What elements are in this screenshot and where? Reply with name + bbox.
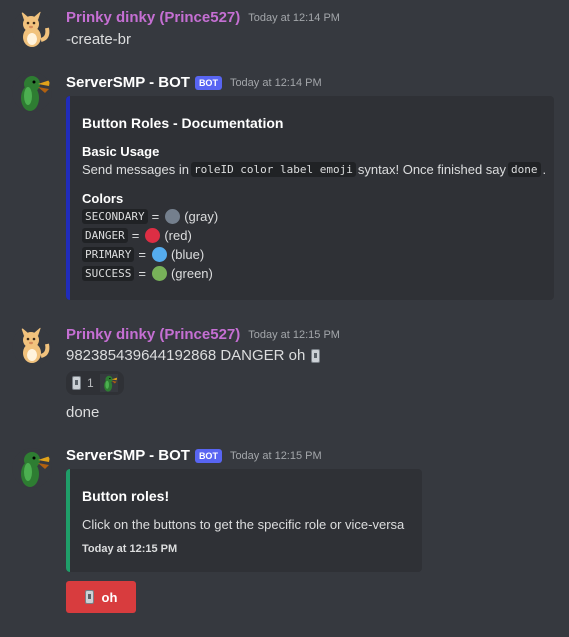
color-code: SUCCESS	[82, 266, 135, 281]
syntax-code: roleID color label emoji	[190, 162, 356, 177]
equals-sign: =	[138, 266, 146, 281]
message-text: 982385439644192868 DANGER oh	[66, 347, 306, 364]
color-row-secondary: SECONDARY = (gray)	[82, 209, 218, 224]
embed-title: Button roles!	[82, 488, 170, 504]
color-code: DANGER	[82, 228, 128, 243]
message-content-2: done	[66, 404, 100, 421]
user-avatar[interactable]	[12, 326, 52, 366]
user-avatar[interactable]	[12, 10, 52, 50]
embed-color-bar	[66, 469, 70, 572]
usage-text-3: .	[542, 162, 547, 177]
color-label: (blue)	[170, 247, 205, 262]
message-header: ServerSMP - BOT BOT Today at 12:15 PM	[66, 447, 322, 464]
green-circle-icon	[151, 266, 167, 281]
usage-text-1: Send messages in	[82, 162, 189, 177]
button-label: oh	[101, 589, 118, 605]
timestamp: Today at 12:14 PM	[248, 11, 340, 24]
username[interactable]: ServerSMP - BOT	[66, 447, 190, 464]
color-code: SECONDARY	[82, 209, 148, 224]
equals-sign: =	[151, 209, 160, 224]
message-content: 982385439644192868 DANGER oh	[66, 347, 321, 364]
color-row-danger: DANGER = (red)	[82, 228, 192, 243]
duck-avatar-icon	[12, 448, 52, 488]
role-button-oh[interactable]: oh	[66, 581, 136, 613]
field-name-colors: Colors	[82, 191, 124, 206]
duck-emoji-icon	[99, 374, 118, 392]
embed-description: Click on the buttons to get the specific…	[82, 517, 405, 532]
red-circle-icon	[145, 228, 161, 243]
mobile-phone-icon	[72, 376, 81, 390]
username[interactable]: ServerSMP - BOT	[66, 74, 190, 91]
done-code: done	[508, 162, 541, 177]
usage-text-2: syntax! Once finished say	[357, 162, 507, 177]
embed-color-bar	[66, 96, 70, 300]
color-row-primary: PRIMARY = (blue)	[82, 247, 204, 262]
timestamp: Today at 12:15 PM	[229, 449, 322, 462]
reaction[interactable]: 1	[66, 371, 124, 395]
color-label: (gray)	[184, 209, 219, 224]
equals-sign: =	[138, 247, 146, 262]
embed-footer: Today at 12:15 PM	[82, 543, 178, 555]
gray-circle-icon	[165, 209, 181, 224]
timestamp: Today at 12:14 PM	[229, 76, 322, 89]
bot-avatar[interactable]	[12, 72, 52, 112]
message-header: ServerSMP - BOT BOT Today at 12:14 PM	[66, 74, 322, 91]
message-content: -create-br	[66, 31, 132, 48]
message-header: Prinky dinky (Prince527) Today at 12:14 …	[66, 9, 340, 26]
fox-avatar-icon	[12, 326, 52, 366]
color-row-success: SUCCESS = (green)	[82, 266, 213, 281]
username[interactable]: Prinky dinky (Prince527)	[66, 326, 240, 343]
field-value-basic-usage: Send messages in roleID color label emoj…	[82, 162, 546, 177]
embed-title: Button Roles - Documentation	[82, 115, 284, 131]
timestamp: Today at 12:15 PM	[248, 328, 340, 341]
equals-sign: =	[131, 228, 140, 243]
documentation-embed: Button Roles - Documentation Basic Usage…	[66, 96, 554, 300]
field-name-basic-usage: Basic Usage	[82, 144, 160, 159]
mobile-phone-icon	[311, 348, 321, 363]
color-code: PRIMARY	[82, 247, 135, 262]
duck-avatar-icon	[12, 72, 52, 112]
reaction-count: 1	[87, 376, 94, 390]
bot-badge: BOT	[194, 448, 222, 463]
color-label: (green)	[170, 266, 213, 281]
username[interactable]: Prinky dinky (Prince527)	[66, 9, 240, 26]
fox-avatar-icon	[12, 10, 52, 50]
color-label: (red)	[164, 228, 192, 243]
bot-badge: BOT	[194, 75, 222, 90]
bot-avatar[interactable]	[12, 448, 52, 488]
mobile-phone-icon	[84, 590, 94, 604]
button-roles-embed: Button roles! Click on the buttons to ge…	[66, 469, 422, 572]
blue-circle-icon	[151, 247, 167, 262]
message-header: Prinky dinky (Prince527) Today at 12:15 …	[66, 326, 340, 343]
